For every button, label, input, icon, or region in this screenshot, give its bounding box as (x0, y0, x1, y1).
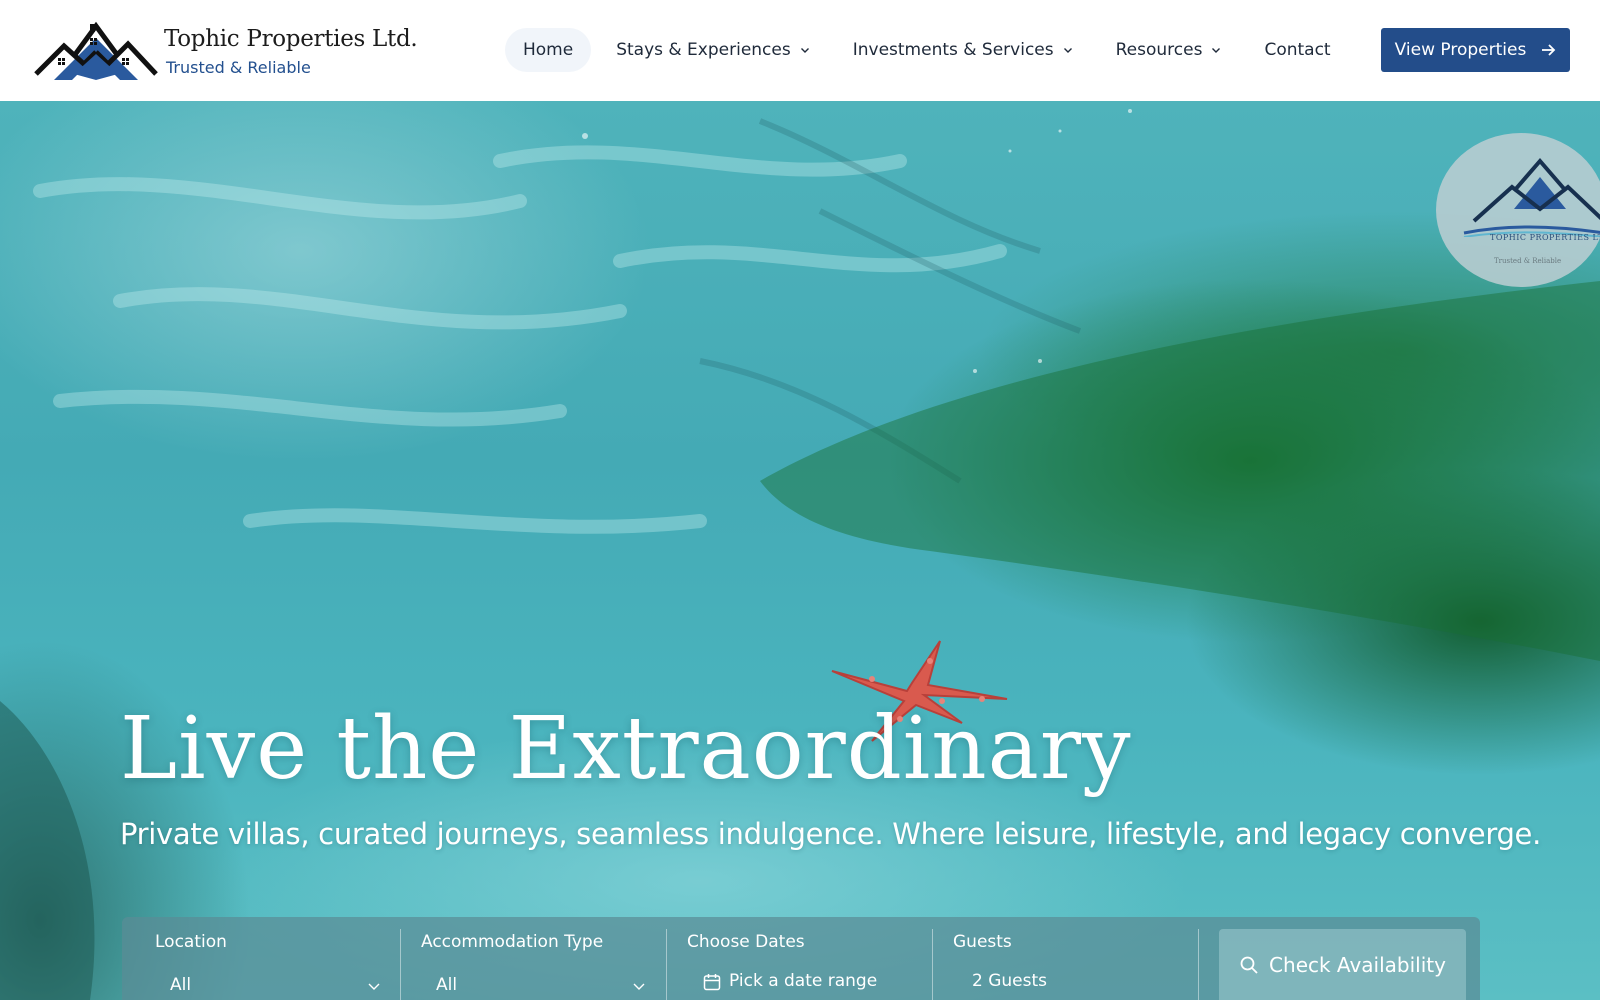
nav-item-label: Resources (1115, 40, 1203, 60)
check-availability-label: Check Availability (1269, 952, 1446, 977)
guests-select[interactable]: Guests 2 Guests (920, 917, 1186, 1000)
search-icon (1240, 956, 1258, 974)
nav-item-investments-services[interactable]: Investments & Services (835, 28, 1091, 72)
location-select[interactable]: Location All (122, 917, 392, 1000)
house-logo-icon (34, 21, 158, 80)
hero-title: Live the Extraordinary (120, 699, 1132, 799)
chevron-down-icon (633, 983, 645, 990)
choose-dates-label: Choose Dates (687, 932, 805, 952)
badge-tagline: Trusted & Reliable (1494, 257, 1562, 265)
nav-item-label: Stays & Experiences (616, 40, 791, 60)
guests-label: Guests (953, 932, 1012, 952)
chevron-down-icon (1063, 45, 1073, 55)
location-label: Location (155, 932, 227, 952)
badge-name: TOPHIC PROPERTIES LTD (1490, 233, 1600, 242)
hero-subtitle: Private villas, curated journeys, seamle… (120, 817, 1542, 851)
chevron-down-icon (368, 983, 380, 990)
site-header: Tophic Properties Ltd. Trusted & Reliabl… (0, 0, 1600, 101)
calendar-icon (703, 974, 721, 991)
nav-item-label: Investments & Services (852, 40, 1054, 60)
location-value: All (170, 975, 192, 995)
accommodation-type-label: Accommodation Type (421, 932, 604, 952)
date-range-picker[interactable]: Choose Dates Pick a date range (654, 917, 920, 1000)
house-logo-icon (1463, 157, 1600, 237)
accommodation-type-value: All (436, 975, 458, 995)
check-availability-button[interactable]: Check Availability (1219, 929, 1466, 1000)
nav-item-label: Contact (1264, 40, 1331, 60)
chevron-down-icon (800, 45, 810, 55)
booking-search-bar: Location All Accommodation Type All Choo… (122, 917, 1480, 1000)
guests-value: 2 Guests (972, 971, 1048, 991)
brand-tagline: Trusted & Reliable (166, 58, 311, 77)
hero-section: TOPHIC PROPERTIES LTD Trusted & Reliable… (0, 101, 1600, 1000)
brand-name: Tophic Properties Ltd. (164, 26, 418, 52)
nav-item-home[interactable]: Home (505, 28, 592, 72)
date-range-placeholder: Pick a date range (729, 971, 878, 991)
underwater-background-image (0, 109, 1600, 1000)
brand-logo-link[interactable]: Tophic Properties Ltd. Trusted & Reliabl… (34, 18, 418, 82)
divider (1198, 929, 1199, 1000)
nav-item-resources[interactable]: Resources (1098, 28, 1240, 72)
chevron-down-icon (1211, 45, 1221, 55)
nav-item-stays-experiences[interactable]: Stays & Experiences (598, 28, 828, 72)
main-nav: Home Stays & Experiences Investments & S… (505, 28, 1349, 72)
view-properties-button[interactable]: View Properties (1381, 28, 1570, 72)
arrow-right-icon (1542, 44, 1556, 56)
accommodation-type-select[interactable]: Accommodation Type All (388, 917, 654, 1000)
view-properties-label: View Properties (1394, 40, 1527, 60)
nav-item-label: Home (523, 40, 574, 60)
nav-item-contact[interactable]: Contact (1246, 28, 1348, 72)
brand-badge: TOPHIC PROPERTIES LTD Trusted & Reliable (1436, 133, 1600, 287)
